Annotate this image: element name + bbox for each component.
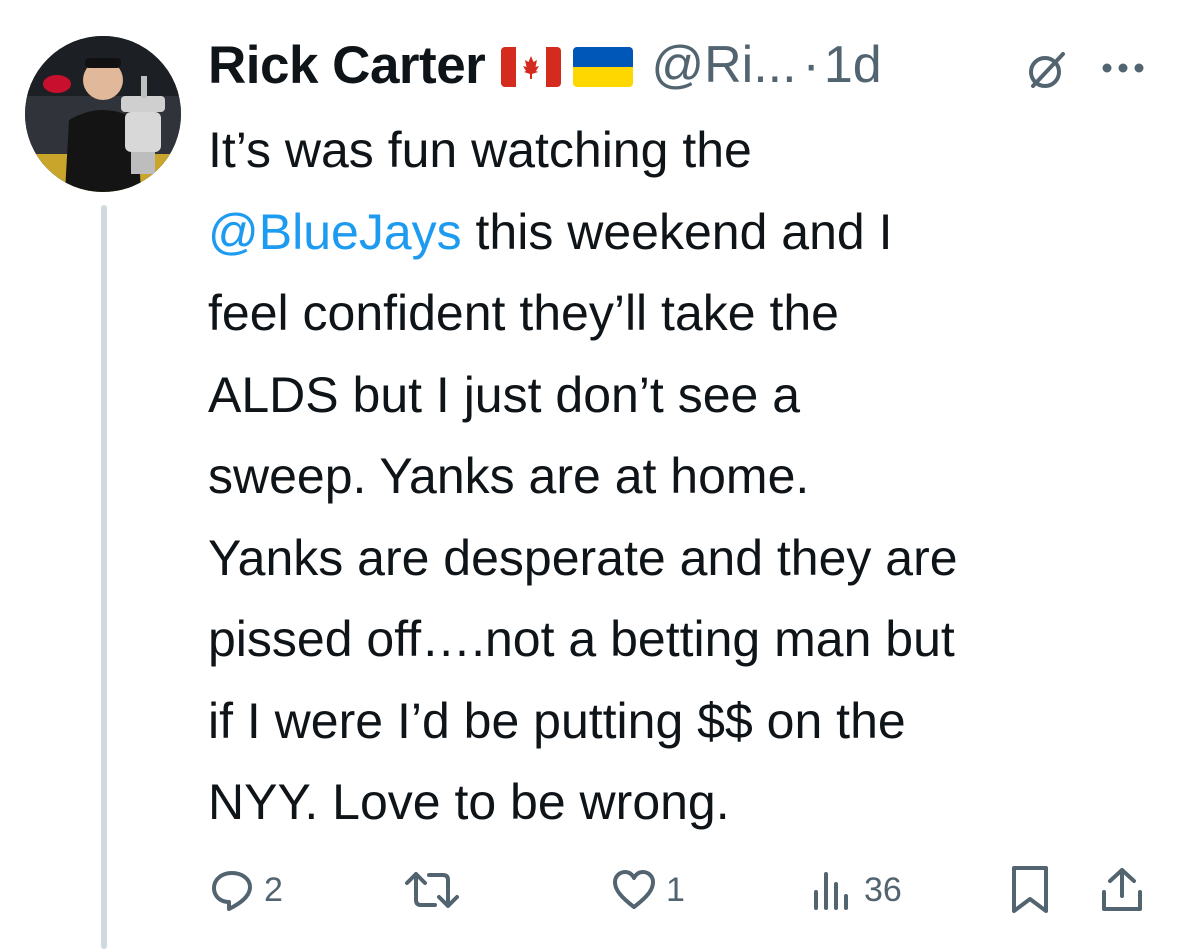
- retweet-button[interactable]: [404, 862, 468, 918]
- views-count: 36: [864, 870, 902, 909]
- tweet-line: @BlueJays this weekend and I: [208, 192, 1158, 274]
- tweet-header: Rick Carter @Ri... · 1d: [208, 30, 882, 100]
- separator-dot: ·: [802, 36, 820, 94]
- timestamp[interactable]: 1d: [824, 35, 882, 95]
- tweet-line: Yanks are desperate and they are: [208, 529, 958, 586]
- retweet-icon: [405, 872, 459, 908]
- share-icon: [1102, 868, 1142, 911]
- more-options-icon[interactable]: [1098, 48, 1148, 88]
- tweet-line: NYY. Love to be wrong.: [208, 774, 730, 830]
- like-button[interactable]: 1: [610, 862, 685, 918]
- canada-flag-icon: [501, 47, 562, 87]
- reply-button[interactable]: 2: [208, 862, 283, 918]
- action-bar: 2 1 36: [208, 862, 1158, 918]
- bookmark-icon: [1012, 866, 1048, 913]
- bookmark-button[interactable]: [1008, 862, 1052, 918]
- avatar-image: [25, 36, 181, 192]
- grok-icon[interactable]: [1025, 48, 1069, 92]
- tweet-line: sweep. Yanks are at home.: [208, 448, 810, 504]
- tweet-line-text: this weekend and I: [461, 203, 893, 260]
- tweet[interactable]: Rick Carter @Ri... · 1d It’s was fun wat…: [0, 0, 1179, 949]
- reply-icon: [212, 871, 252, 911]
- tweet-line: ALDS but I just don’t see a: [208, 366, 801, 423]
- views-button[interactable]: 36: [808, 862, 902, 918]
- display-name[interactable]: Rick Carter: [208, 35, 486, 96]
- tweet-line: pissed off….not a betting man but: [208, 611, 955, 667]
- like-count: 1: [666, 870, 685, 909]
- tweet-line: It’s was fun watching the: [208, 122, 752, 178]
- ukraine-flag-icon: [573, 47, 634, 87]
- reply-count: 2: [264, 870, 283, 909]
- tweet-text: It’s was fun watching the @BlueJays this…: [208, 110, 1158, 844]
- tweet-line: if I were I’d be putting $$ on the: [208, 692, 906, 749]
- user-handle[interactable]: @Ri...: [651, 35, 796, 95]
- tweet-line: feel confident they’ll take the: [208, 285, 839, 341]
- thread-line: [101, 205, 107, 949]
- share-button[interactable]: [1098, 862, 1146, 918]
- mention-link[interactable]: @BlueJays: [208, 204, 462, 260]
- heart-icon: [613, 870, 655, 909]
- avatar[interactable]: [25, 36, 181, 192]
- views-icon: [814, 872, 848, 910]
